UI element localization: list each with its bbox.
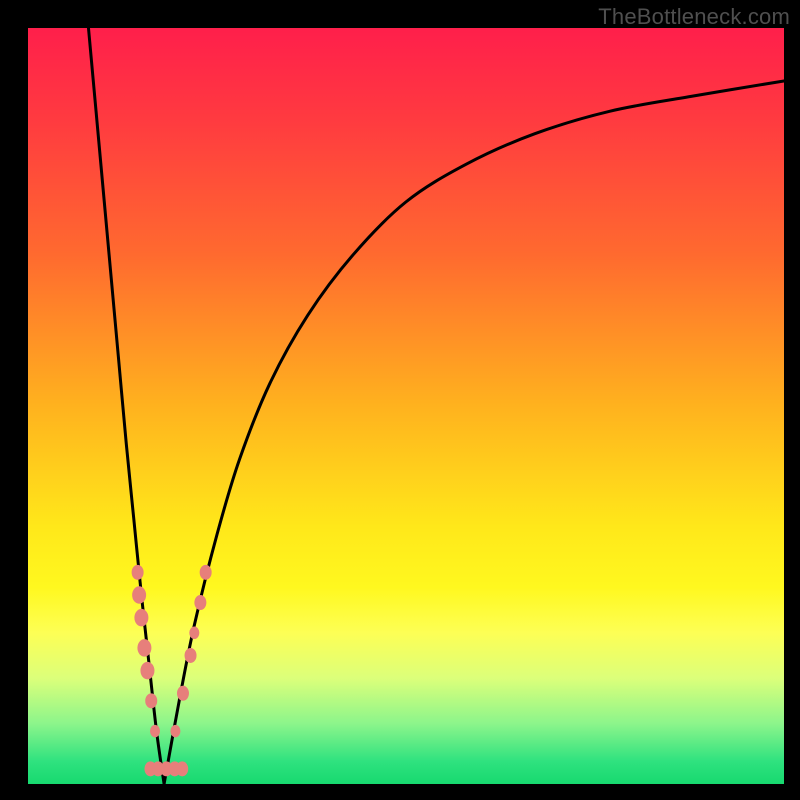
curve-layer bbox=[28, 28, 784, 784]
marker-dot bbox=[194, 595, 206, 610]
plot-area bbox=[28, 28, 784, 784]
watermark-text: TheBottleneck.com bbox=[598, 4, 790, 30]
marker-dot bbox=[137, 639, 151, 657]
marker-dot bbox=[176, 761, 188, 776]
marker-dot bbox=[170, 725, 180, 738]
marker-dot bbox=[140, 662, 154, 680]
curve-right-branch bbox=[164, 81, 784, 784]
marker-dot bbox=[134, 609, 148, 627]
chart-frame: TheBottleneck.com bbox=[0, 0, 800, 800]
marker-dot bbox=[185, 648, 197, 663]
marker-dot bbox=[177, 686, 189, 701]
marker-dot bbox=[150, 725, 160, 738]
marker-dot bbox=[200, 565, 212, 580]
marker-dot bbox=[145, 693, 157, 708]
marker-dot bbox=[132, 586, 146, 604]
marker-dot bbox=[189, 627, 199, 640]
marker-dot bbox=[132, 565, 144, 580]
